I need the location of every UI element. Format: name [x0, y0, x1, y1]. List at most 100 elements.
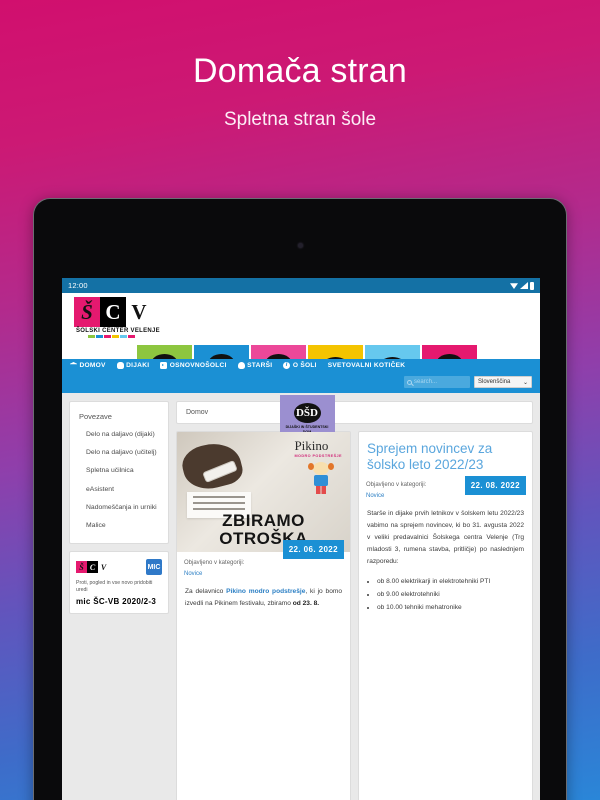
nav-tools: search... Slovenščina ⌄: [404, 376, 532, 388]
chevron-down-icon: ⌄: [522, 379, 528, 386]
front-camera-icon: [297, 243, 303, 248]
main-navigation: DOMOV DIJAKI OSNOVNOŠOLCI STARŠI O ŠOLI SVETO…: [62, 359, 540, 393]
pikino-girl-illustration: [306, 462, 336, 498]
article-poster-image: Pikino MODRO PODSTREŠJE ZBIRAMO OTROŠKA: [177, 432, 350, 552]
sidebar-item-2[interactable]: Spletna učilnica: [86, 466, 159, 476]
mini-logo-mark-s: Š: [76, 561, 87, 574]
logo-dot-5: [128, 335, 135, 338]
nav-item-label: OSNOVNOŠOLCI: [169, 362, 227, 369]
signal-icon: [520, 282, 528, 289]
pikino-brand-logo: Pikino MODRO PODSTREŠJE: [294, 438, 342, 458]
bank-icon: [70, 362, 77, 365]
article-body-bold: od 23. 8.: [292, 599, 320, 607]
article-meta-label: Objavljeno v kategoriji:: [184, 560, 245, 566]
sidebar-item-3[interactable]: eAsistent: [86, 485, 159, 495]
sidebar-item-5[interactable]: Malice: [86, 521, 159, 531]
people-icon: [116, 362, 124, 369]
logo-color-dots: [74, 335, 160, 338]
status-time: 12:00: [68, 281, 88, 290]
pikino-girl-body: [314, 475, 328, 486]
sidebar-logos-note: Proti, pogled in vse novo pridobiti ured…: [76, 580, 153, 594]
search-icon: [407, 379, 412, 385]
logo-dot-3: [112, 335, 119, 338]
logo-mark-c: C: [100, 297, 126, 327]
logo-mark-v: V: [126, 297, 152, 327]
page-title: Domača stran: [192, 52, 408, 90]
nav-items: DOMOV DIJAKI OSNOVNOŠOLCI STARŠI O ŠOLI SVETO…: [70, 362, 532, 369]
nav-item-label: DIJAKI: [126, 362, 150, 369]
scv-logo[interactable]: Š C V ŠOLSKI CENTER VELENJE: [74, 297, 160, 338]
site-header: Š C V ŠOLSKI CENTER VELENJE ⚙ŠOLA ZA STR…: [62, 293, 540, 441]
promo-header: Domača stran Spletna stran šole: [0, 0, 600, 131]
logo-dot-0: [88, 335, 95, 338]
nav-item-label: O ŠOLI: [292, 362, 317, 369]
pikino-girl-head: [308, 462, 334, 475]
language-select[interactable]: Slovenščina ⌄: [474, 376, 532, 388]
article-meta: 22. 08. 2022 Objavljeno v kategoriji: No…: [359, 474, 532, 506]
nav-item-domov[interactable]: DOMOV: [70, 362, 106, 369]
main-content: Domov Pikino MODRO PODSTREŠJE ZBIRAMO OT…: [176, 401, 533, 800]
article-meta: 22. 06. 2022 Objavljeno v kategoriji: No…: [177, 540, 350, 584]
page-body: Povezave Delo na daljavo (dijaki) Delo na…: [62, 393, 540, 800]
school-tile-mark: DŠD: [293, 403, 321, 424]
pikino-girl-hair: [308, 463, 334, 471]
logo-dot-2: [104, 335, 111, 338]
pikino-girl-legs: [316, 486, 326, 494]
poster-caption-line-1: ZBIRAMO: [222, 511, 305, 531]
battery-icon: [530, 281, 534, 290]
nav-item-label: STARŠI: [247, 362, 273, 369]
pikino-brand-sub: MODRO PODSTREŠJE: [294, 454, 342, 458]
article-date-badge: 22. 06. 2022: [282, 540, 344, 560]
user-icon: [237, 362, 245, 369]
sidebar-logos-card: Š C V MIC Proti, pogled in vse novo prid…: [69, 551, 169, 614]
search-input[interactable]: search...: [404, 376, 470, 388]
android-status-bar: 12:00: [62, 278, 540, 293]
scv-mini-logo[interactable]: Š C V: [76, 561, 109, 574]
article-body: Za delavnico Pikino modro podstrešje, ki…: [177, 584, 350, 617]
tablet-screen: 12:00 Š C V ŠOLSKI CENTER VELENJE ⚙ŠOLA …: [62, 278, 540, 800]
sidebar-logos-row: Š C V MIC: [76, 559, 162, 576]
nav-item-label: SVETOVALNI KOTIČEK: [327, 362, 406, 369]
logo-mark-s: Š: [74, 297, 100, 327]
sidebar-item-4[interactable]: Nadomeščanja in urniki: [86, 503, 159, 513]
nav-item-o-šoli[interactable]: O ŠOLI: [283, 362, 316, 369]
article-bullet-0: ob 8.00 elektrikarji in elektrotehniki P…: [377, 576, 524, 588]
nav-item-starši[interactable]: STARŠI: [237, 362, 273, 369]
article-meta-label: Objavljeno v kategoriji:: [366, 482, 427, 489]
article-body: Starše in dijake prvih letnikov v šolske…: [367, 509, 524, 566]
search-placeholder: search...: [414, 379, 438, 385]
play-icon: [160, 362, 168, 369]
logo-marks: Š C V: [74, 297, 160, 327]
mic-badge-icon[interactable]: MIC: [146, 559, 162, 576]
article-category-link[interactable]: Novice: [184, 569, 343, 580]
article-card-pikino[interactable]: Pikino MODRO PODSTREŠJE ZBIRAMO OTROŠKA …: [176, 431, 351, 800]
status-icons: [510, 281, 534, 290]
article-bullet-list: ob 8.00 elektrikarji in elektrotehniki P…: [359, 576, 532, 624]
tablet-device-frame: 12:00 Š C V ŠOLSKI CENTER VELENJE ⚙ŠOLA …: [33, 198, 567, 800]
pikino-brand-name: Pikino: [294, 438, 329, 453]
article-date-badge: 22. 08. 2022: [464, 476, 526, 496]
nav-item-osnovnošolci[interactable]: OSNOVNOŠOLCI: [160, 362, 226, 369]
article-body-pre: Za delavnico: [185, 587, 227, 595]
page-subtitle: Spletna stran šole: [223, 109, 377, 130]
sidebar-logos-brand: mic ŠC-VB 2020/2-3: [76, 596, 157, 606]
info-icon: [283, 362, 291, 369]
article-card-sprejem[interactable]: Sprejem novincev za šolsko leto 2022/23 …: [358, 431, 533, 800]
sidebar: Povezave Delo na daljavo (dijaki) Delo na…: [69, 401, 169, 800]
language-value: Slovenščina: [478, 379, 511, 385]
article-bullet-2: ob 10.00 tehniki mehatronike: [377, 602, 524, 614]
sidebar-item-1[interactable]: Delo na daljavo (učitelj): [86, 448, 159, 458]
logo-dot-1: [96, 335, 103, 338]
nav-item-label: DOMOV: [79, 362, 106, 369]
article-grid: Pikino MODRO PODSTREŠJE ZBIRAMO OTROŠKA …: [176, 431, 533, 800]
wifi-icon: [510, 283, 518, 289]
logo-tagline: ŠOLSKI CENTER VELENJE: [76, 328, 160, 334]
mini-logo-mark-c: C: [87, 561, 98, 574]
nav-item-svetovalni-kotiček[interactable]: SVETOVALNI KOTIČEK: [328, 362, 406, 369]
logo-dot-4: [120, 335, 127, 338]
article-body-link[interactable]: Pikino modro podstrešje: [226, 588, 305, 595]
nav-item-dijaki[interactable]: DIJAKI: [116, 362, 150, 369]
sidebar-link-list: Delo na daljavo (dijaki) Delo na daljavo …: [79, 430, 159, 531]
article-bullet-1: ob 9.00 elektrotehniki: [377, 589, 524, 601]
mini-logo-mark-v: V: [98, 561, 109, 574]
